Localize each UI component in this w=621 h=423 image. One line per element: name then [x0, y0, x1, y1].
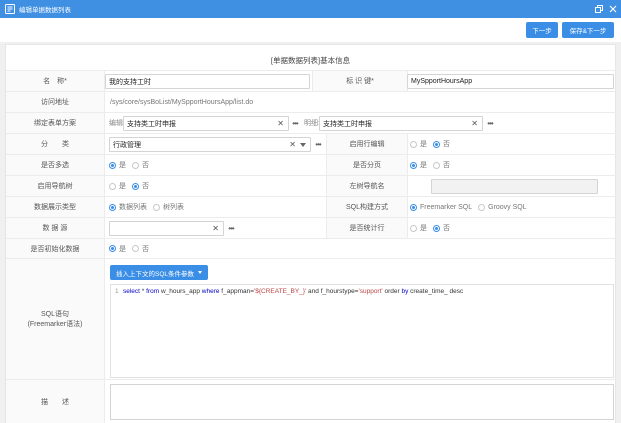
- toolbar: 下一步 保存&下一步: [0, 18, 621, 42]
- multi-select-no[interactable]: 否: [132, 160, 149, 170]
- detail-form-value: 支持类工时申报: [323, 120, 372, 128]
- row-display-type: 数据展示类型 数据列表 树列表 SQL构建方式 Freemarker SQL G…: [6, 196, 617, 217]
- chevron-down-icon[interactable]: [300, 143, 306, 147]
- multi-select-radios: 是 否: [109, 155, 309, 175]
- more-icon[interactable]: •••: [225, 221, 237, 236]
- panel-title: [单据数据列表]基本信息: [270, 56, 351, 65]
- display-type-list[interactable]: 数据列表: [109, 202, 147, 212]
- category-value: 行政管理: [113, 141, 141, 149]
- clear-icon[interactable]: ✕: [289, 140, 296, 149]
- sql-build-groovy[interactable]: Groovy SQL: [478, 203, 527, 211]
- row-bind-form: 绑定表单方案 编辑: 支持类工时申报 ✕ ••• 明细: 支持类工时申报 ✕ •…: [6, 112, 617, 133]
- row-category: 分 类 行政管理 ✕ ••• 启用行编辑 是 否: [6, 133, 617, 154]
- sql-label-line1: SQL语句: [40, 311, 69, 318]
- row-multi-select: 是否多选 是 否 是否分页 是 否: [6, 154, 617, 175]
- identifier-label: 标 识 键*: [313, 71, 407, 91]
- clear-icon[interactable]: ✕: [471, 119, 478, 128]
- init-data-no[interactable]: 否: [132, 244, 149, 254]
- row-url: 访问地址 /sys/core/sysBoList/MySpportHoursAp…: [6, 91, 617, 112]
- row-name: 名 称* 我的支持工时 标 识 键* MySpportHoursApp: [6, 70, 617, 91]
- nav-tree-no[interactable]: 否: [132, 181, 149, 191]
- category-label: 分 类: [6, 134, 104, 154]
- form-edit-icon: [4, 4, 15, 15]
- edit-form-input[interactable]: 支持类工时申报 ✕: [123, 116, 289, 131]
- insert-sql-param-button[interactable]: 插入上下文的SQL条件参数: [110, 265, 209, 280]
- window-title: 编辑单据数据列表: [19, 7, 71, 14]
- category-select[interactable]: 行政管理 ✕: [109, 137, 311, 152]
- datasource-label: 数 据 源: [6, 218, 104, 238]
- description-textarea[interactable]: [110, 384, 614, 420]
- more-icon[interactable]: •••: [289, 116, 301, 131]
- nav-tree-yes[interactable]: 是: [109, 181, 126, 191]
- content-area: [单据数据列表]基本信息 名 称* 我的支持工时 标 识 键* MySpport…: [0, 42, 621, 423]
- row-nav-tree: 启用导航树 是 否 左树导航名: [6, 175, 617, 196]
- row-sql: SQL语句 (Freemarker语法) 插入上下文的SQL条件参数 1 sel…: [6, 258, 617, 379]
- stat-row-label: 是否统计行: [327, 218, 407, 238]
- edit-form-value: 支持类工时申报: [127, 120, 176, 128]
- description-label: 描 述: [6, 380, 104, 423]
- stat-row-radios: 是 否: [410, 218, 610, 238]
- sql-build-freemarker[interactable]: Freemarker SQL: [410, 203, 472, 211]
- sql-build-radios: Freemarker SQL Groovy SQL: [410, 197, 614, 217]
- name-label: 名 称*: [6, 71, 104, 91]
- identifier-input[interactable]: MySpportHoursApp: [407, 74, 614, 89]
- stat-row-yes[interactable]: 是: [410, 223, 427, 233]
- init-data-label: 是否初始化数据: [6, 239, 104, 258]
- row-edit-label: 启用行编辑: [327, 134, 407, 154]
- display-type-tree[interactable]: 树列表: [153, 202, 184, 212]
- more-icon[interactable]: •••: [312, 137, 324, 152]
- paging-label: 是否分页: [327, 155, 407, 175]
- row-init-data: 是否初始化数据 是 否: [6, 238, 617, 258]
- left-nav-name-input[interactable]: [431, 179, 598, 194]
- row-edit-yes[interactable]: 是: [410, 139, 427, 149]
- sql-editor[interactable]: 1 select * from w_hours_app where f_appm…: [110, 284, 614, 378]
- stat-row-no[interactable]: 否: [433, 223, 450, 233]
- line-number: 1: [115, 288, 119, 295]
- multi-select-label: 是否多选: [6, 155, 104, 175]
- sql-label-line2: (Freemarker语法): [27, 321, 83, 328]
- nav-tree-radios: 是 否: [109, 176, 309, 196]
- window-titlebar: 编辑单据数据列表: [0, 0, 621, 18]
- paging-radios: 是 否: [410, 155, 610, 175]
- paging-yes[interactable]: 是: [410, 160, 427, 170]
- detail-form-input[interactable]: 支持类工时申报 ✕: [319, 116, 483, 131]
- init-data-yes[interactable]: 是: [109, 244, 126, 254]
- restore-icon[interactable]: [594, 3, 603, 14]
- display-type-label: 数据展示类型: [6, 197, 104, 217]
- multi-select-yes[interactable]: 是: [109, 160, 126, 170]
- paging-no[interactable]: 否: [433, 160, 450, 170]
- form-panel: [单据数据列表]基本信息 名 称* 我的支持工时 标 识 键* MySpport…: [5, 44, 617, 423]
- detail-form-label: 明细:: [304, 120, 320, 127]
- sql-label: SQL语句 (Freemarker语法): [6, 259, 104, 379]
- close-icon[interactable]: [608, 3, 617, 14]
- bind-form-label: 绑定表单方案: [6, 113, 104, 133]
- left-nav-name-label: 左树导航名: [327, 176, 407, 196]
- display-type-radios: 数据列表 树列表: [109, 197, 309, 217]
- url-value: /sys/core/sysBoList/MySpportHoursApp/lis…: [110, 98, 254, 106]
- nav-tree-label: 启用导航树: [6, 176, 104, 196]
- sql-code: select * from w_hours_app where f_appman…: [123, 288, 464, 295]
- more-icon[interactable]: •••: [484, 116, 496, 131]
- row-datasource: 数 据 源 ✕ ••• 是否统计行 是 否: [6, 217, 617, 238]
- row-edit-radios: 是 否: [410, 134, 610, 154]
- name-input[interactable]: 我的支持工时: [105, 74, 310, 89]
- datasource-input[interactable]: ✕: [109, 221, 224, 236]
- clear-icon[interactable]: ✕: [277, 119, 284, 128]
- save-next-button[interactable]: 保存&下一步: [562, 22, 614, 38]
- clear-icon[interactable]: ✕: [212, 224, 219, 233]
- next-button[interactable]: 下一步: [526, 22, 558, 38]
- sql-build-label: SQL构建方式: [327, 197, 407, 217]
- row-edit-no[interactable]: 否: [433, 139, 450, 149]
- init-data-radios: 是 否: [109, 239, 309, 258]
- row-description: 描 述: [6, 379, 617, 423]
- url-label: 访问地址: [6, 92, 104, 112]
- caret-down-icon: [198, 271, 203, 274]
